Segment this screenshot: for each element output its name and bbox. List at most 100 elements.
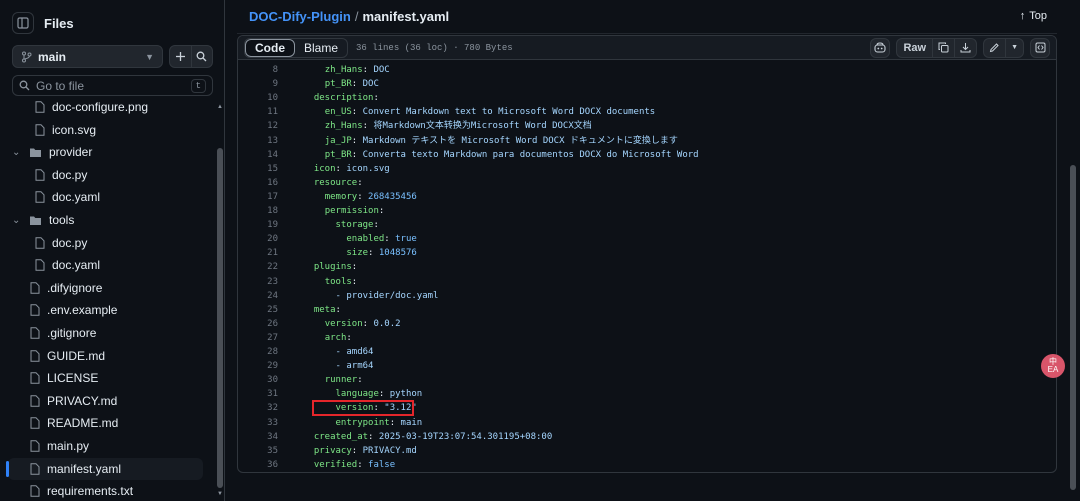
add-file-button[interactable] [170,46,191,67]
symbols-panel-button[interactable] [1030,37,1050,58]
line-number[interactable]: 26 [238,317,278,331]
line-number[interactable]: 32 [238,401,278,415]
tree-file[interactable]: requirements.txt [30,480,133,501]
line-number[interactable]: 18 [238,204,278,218]
code-line: 20 enabled: true [238,232,1056,246]
code-line: 36 verified: false [238,458,1056,472]
scroll-down-icon[interactable]: ▼ [217,491,223,497]
tree-item-label: doc.yaml [52,258,101,273]
line-number[interactable]: 9 [238,77,278,91]
line-number[interactable]: 25 [238,303,278,317]
tree-file[interactable]: PRIVACY.md [30,390,117,412]
download-icon [960,43,971,53]
file-icon [30,372,40,384]
line-number[interactable]: 19 [238,218,278,232]
search-button[interactable] [190,46,213,67]
yaml-value: false [368,459,396,470]
line-number[interactable]: 13 [238,134,278,148]
line-number[interactable]: 27 [238,331,278,345]
line-number[interactable]: 15 [238,162,278,176]
tree-file[interactable]: doc.yaml [35,254,100,276]
back-to-top-link[interactable]: ↑ Top [1020,10,1047,22]
copy-raw-button[interactable] [932,38,954,57]
line-number[interactable]: 23 [238,275,278,289]
yaml-colon: : [346,332,352,343]
download-button[interactable] [954,38,976,57]
file-viewer: Code Blame 36 lines (36 loc) · 780 Bytes… [237,35,1057,473]
edit-dropdown-button[interactable]: ▼ [1005,38,1023,57]
tree-item-label: main.py [47,439,90,453]
line-number[interactable]: 36 [238,458,278,472]
line-number[interactable]: 28 [238,345,278,359]
line-number[interactable]: 17 [238,190,278,204]
edit-button[interactable] [984,39,1005,57]
line-number[interactable]: 12 [238,119,278,133]
tree-folder[interactable]: ⌄ tools [12,209,74,231]
yaml-key: language [335,389,379,400]
yaml-colon: : [357,459,369,470]
copilot-icon [874,42,886,53]
line-number[interactable]: 20 [238,232,278,246]
line-number[interactable]: 34 [238,430,278,444]
line-number[interactable]: 33 [238,416,278,430]
yaml-colon: : [373,93,379,104]
tree-file[interactable]: icon.svg [35,119,96,141]
line-number[interactable]: 35 [238,444,278,458]
chevron-down-icon: ▼ [145,51,154,62]
tree-file[interactable]: doc.py [35,232,87,254]
plus-icon [175,52,185,61]
tab-blame[interactable]: Blame [295,39,347,57]
sidebar-scrollbar[interactable]: ▲ ▼ [217,104,223,497]
file-icon [30,462,40,475]
line-number[interactable]: 10 [238,91,278,105]
page-scrollbar-thumb[interactable] [1070,165,1076,490]
translate-extension-icon[interactable]: 中 EA [1041,354,1065,378]
yaml-key: permission [324,206,379,216]
code-line: 16 resource: [238,176,1056,190]
scroll-up-icon[interactable]: ▲ [217,104,223,110]
line-number[interactable]: 29 [238,359,278,373]
tab-code[interactable]: Code [245,38,295,57]
tree-file[interactable]: .gitignore [30,322,96,344]
line-number[interactable]: 8 [238,63,278,77]
tree-file[interactable]: README.md [30,412,118,434]
line-number[interactable]: 30 [238,373,278,387]
chevron-down-icon[interactable]: ⌄ [12,147,22,158]
yaml-colon: : [357,191,369,202]
branch-selector[interactable]: main ▼ [12,45,163,68]
tree-file[interactable]: LICENSE [30,367,98,389]
scrollbar-thumb[interactable] [217,148,223,488]
tree-file[interactable]: manifest.yaml [8,457,203,480]
line-number[interactable]: 21 [238,246,278,260]
line-number[interactable]: 16 [238,176,278,190]
file-icon [35,123,45,136]
line-number[interactable]: 11 [238,105,278,119]
tree-file[interactable]: GUIDE.md [30,345,105,367]
raw-button[interactable]: Raw [897,39,932,57]
copilot-button[interactable] [870,37,891,58]
tree-file[interactable]: doc.py [35,164,87,186]
page-scrollbar[interactable] [1068,0,1078,501]
yaml-colon: : [351,262,358,273]
go-to-file-input[interactable]: Go to file t [12,75,213,96]
tree-file[interactable]: main.py [30,435,89,457]
line-number[interactable]: 31 [238,387,278,401]
tree-file[interactable]: .env.example [30,299,117,321]
line-number[interactable]: 22 [238,260,278,274]
tree-file[interactable]: .difyignore [30,277,102,299]
breadcrumb-repo-link[interactable]: DOC-Dify-Plugin [249,9,351,24]
collapse-sidebar-button[interactable] [12,12,34,34]
chevron-down-icon[interactable]: ⌄ [12,215,22,226]
code-line: 33 entrypoint: main [238,416,1056,430]
tree-file[interactable]: doc-configure.png [35,98,148,118]
line-number[interactable]: 24 [238,289,278,303]
folder-icon [30,148,41,157]
tree-file[interactable]: doc.yaml [35,186,100,208]
line-number[interactable]: 14 [238,148,278,162]
yaml-key: version [324,318,363,329]
tree-folder[interactable]: ⌄ provider [12,141,92,163]
